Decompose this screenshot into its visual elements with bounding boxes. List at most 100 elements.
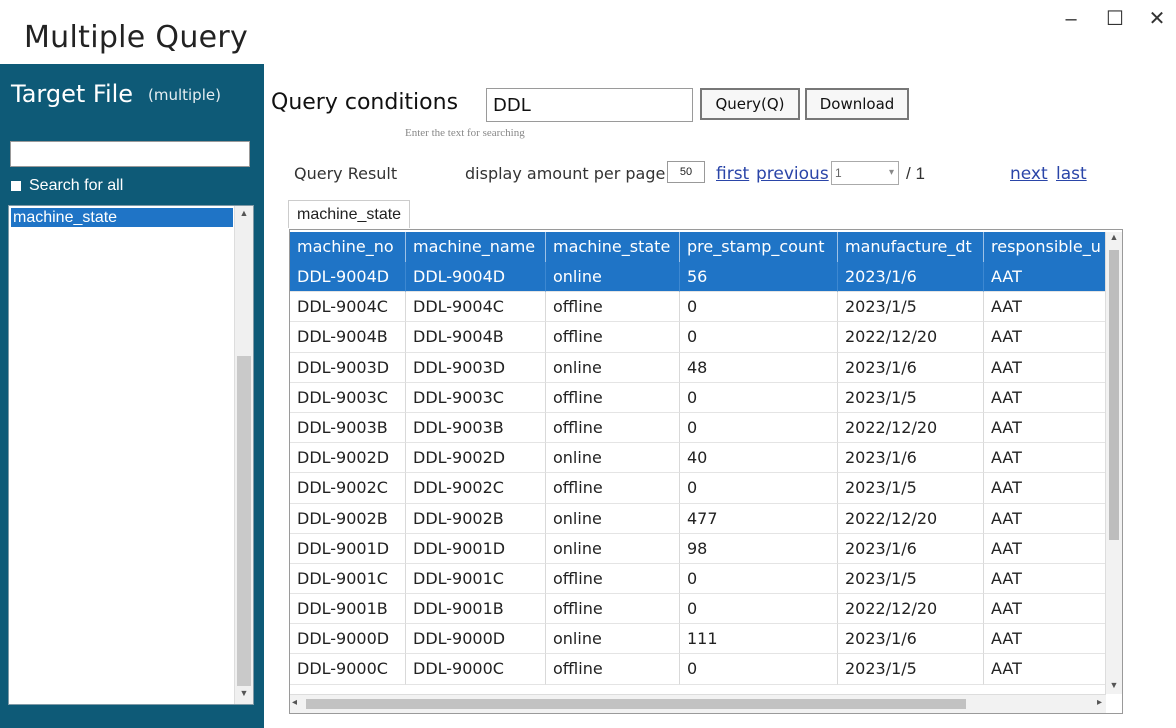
query-hint: Enter the text for searching (405, 127, 525, 139)
scroll-left-icon[interactable]: ◂ (292, 697, 297, 708)
table-cell: AAT (984, 654, 1106, 685)
previous-page-link[interactable]: previous (756, 164, 829, 184)
table-cell: DDL-9004B (406, 322, 546, 353)
table-row[interactable]: DDL-9003B DDL-9003B offline 0 2022/12/20 AAT (290, 412, 1106, 444)
grid-vertical-scrollbar[interactable]: ▲ ▼ (1105, 232, 1122, 694)
column-header[interactable]: responsible_u (984, 232, 1106, 262)
target-file-list: machine_state ▲ ▼ (8, 205, 254, 705)
table-cell: DDL-9003D (290, 352, 406, 383)
checkbox-icon[interactable] (11, 181, 21, 191)
table-cell: 2023/1/6 (838, 443, 984, 474)
table-cell: DDL-9001D (290, 533, 406, 564)
table-row[interactable]: DDL-9004D DDL-9004D online 56 2023/1/6 AAT (290, 262, 1106, 293)
table-row[interactable]: DDL-9001D DDL-9001D online 98 2023/1/6 AAT (290, 533, 1106, 564)
table-cell: DDL-9000D (290, 624, 406, 655)
scroll-thumb[interactable] (1109, 250, 1119, 540)
table-cell: DDL-9004D (290, 262, 406, 293)
grid-body: DDL-9004D DDL-9004D online 56 2023/1/6 AAT DDL… (290, 262, 1106, 685)
per-page-input[interactable]: 50 (667, 161, 705, 183)
column-header[interactable]: manufacture_dt (838, 232, 984, 262)
close-button[interactable]: ✕ (1142, 6, 1172, 32)
table-cell: offline (546, 322, 680, 353)
table-cell: DDL-9003B (290, 412, 406, 444)
table-cell: offline (546, 292, 680, 323)
table-row[interactable]: DDL-9004C DDL-9004C offline 0 2023/1/5 AAT (290, 292, 1106, 323)
table-cell: AAT (984, 594, 1106, 625)
table-cell: AAT (984, 533, 1106, 564)
scroll-up-icon[interactable]: ▲ (235, 208, 253, 222)
column-header[interactable]: machine_state (546, 232, 680, 262)
page-total: / 1 (906, 164, 925, 183)
table-cell: 56 (680, 262, 838, 293)
list-item-machine-state[interactable]: machine_state (11, 208, 233, 227)
column-header[interactable]: machine_no (290, 232, 406, 262)
target-file-panel: Target File (multiple) Search for all ma… (0, 64, 264, 728)
table-cell: 0 (680, 473, 838, 504)
table-row[interactable]: DDL-9002C DDL-9002C offline 0 2023/1/5 AAT (290, 473, 1106, 504)
target-file-list-scrollbar[interactable]: ▲ ▼ (234, 206, 253, 704)
table-cell: 2023/1/5 (838, 654, 984, 685)
table-cell: DDL-9003B (406, 412, 546, 444)
table-row[interactable]: DDL-9001C DDL-9001C offline 0 2023/1/5 AAT (290, 563, 1106, 595)
scroll-thumb[interactable] (306, 699, 966, 709)
last-page-link[interactable]: last (1056, 164, 1087, 184)
multiple-query-window: Multiple Query – ☐ ✕ Target File (multip… (0, 0, 1176, 728)
table-cell: offline (546, 654, 680, 685)
column-header[interactable]: pre_stamp_count (680, 232, 838, 262)
chevron-down-icon: ▾ (888, 167, 894, 178)
table-cell: DDL-9003C (406, 382, 546, 413)
table-row[interactable]: DDL-9003C DDL-9003C offline 0 2023/1/5 AAT (290, 382, 1106, 413)
table-cell: online (546, 443, 680, 474)
table-cell: 0 (680, 322, 838, 353)
table-cell: DDL-9001B (406, 594, 546, 625)
download-button[interactable]: Download (805, 88, 909, 120)
table-cell: 2023/1/5 (838, 473, 984, 504)
query-result-label: Query Result (294, 164, 398, 183)
scroll-right-icon[interactable]: ▸ (1097, 697, 1102, 708)
table-cell: AAT (984, 412, 1106, 444)
table-cell: 2023/1/5 (838, 382, 984, 413)
table-row[interactable]: DDL-9001B DDL-9001B offline 0 2022/12/20 AAT (290, 594, 1106, 625)
table-row[interactable]: DDL-9000C DDL-9000C offline 0 2023/1/5 AAT (290, 654, 1106, 685)
search-all-checkbox[interactable]: Search for all (11, 177, 123, 195)
table-cell: offline (546, 594, 680, 625)
table-cell: AAT (984, 443, 1106, 474)
table-cell: AAT (984, 262, 1106, 293)
table-cell: 0 (680, 382, 838, 413)
table-row[interactable]: DDL-9002D DDL-9002D online 40 2023/1/6 AAT (290, 443, 1106, 474)
table-cell: AAT (984, 382, 1106, 413)
scroll-up-icon[interactable]: ▲ (1106, 232, 1122, 246)
table-row[interactable]: DDL-9003D DDL-9003D online 48 2023/1/6 AAT (290, 352, 1106, 383)
column-header[interactable]: machine_name (406, 232, 546, 262)
query-button[interactable]: Query(Q) (700, 88, 800, 120)
first-page-link[interactable]: first (716, 164, 749, 184)
scroll-down-icon[interactable]: ▼ (1106, 680, 1122, 694)
scroll-down-icon[interactable]: ▼ (235, 688, 253, 702)
table-cell: DDL-9002D (290, 443, 406, 474)
table-cell: DDL-9002C (406, 473, 546, 504)
table-cell: offline (546, 563, 680, 595)
target-file-title: Target File (11, 80, 134, 108)
table-cell: 2023/1/6 (838, 533, 984, 564)
tab-machine-state[interactable]: machine_state (288, 200, 411, 228)
table-cell: AAT (984, 322, 1106, 353)
window-title: Multiple Query (24, 20, 249, 55)
grid-horizontal-scrollbar[interactable]: ◂ ▸ (290, 694, 1106, 713)
table-row[interactable]: DDL-9002B DDL-9002B online 477 2022/12/20 AAT (290, 503, 1106, 534)
table-cell: DDL-9004C (406, 292, 546, 323)
next-page-link[interactable]: next (1010, 164, 1048, 184)
table-cell: 98 (680, 533, 838, 564)
scroll-thumb[interactable] (237, 356, 251, 686)
minimize-button[interactable]: – (1056, 6, 1086, 32)
page-select[interactable]: 1 ▾ (831, 161, 899, 185)
table-cell: DDL-9004B (290, 322, 406, 353)
table-cell: 0 (680, 292, 838, 323)
table-cell: DDL-9001C (290, 563, 406, 595)
table-cell: 2023/1/6 (838, 352, 984, 383)
table-row[interactable]: DDL-9000D DDL-9000D online 111 2023/1/6 AAT (290, 624, 1106, 655)
table-cell: 2023/1/5 (838, 292, 984, 323)
target-file-search-input[interactable] (10, 141, 250, 167)
table-row[interactable]: DDL-9004B DDL-9004B offline 0 2022/12/20 AAT (290, 322, 1106, 353)
query-conditions-input[interactable] (486, 88, 693, 122)
maximize-button[interactable]: ☐ (1100, 6, 1130, 32)
